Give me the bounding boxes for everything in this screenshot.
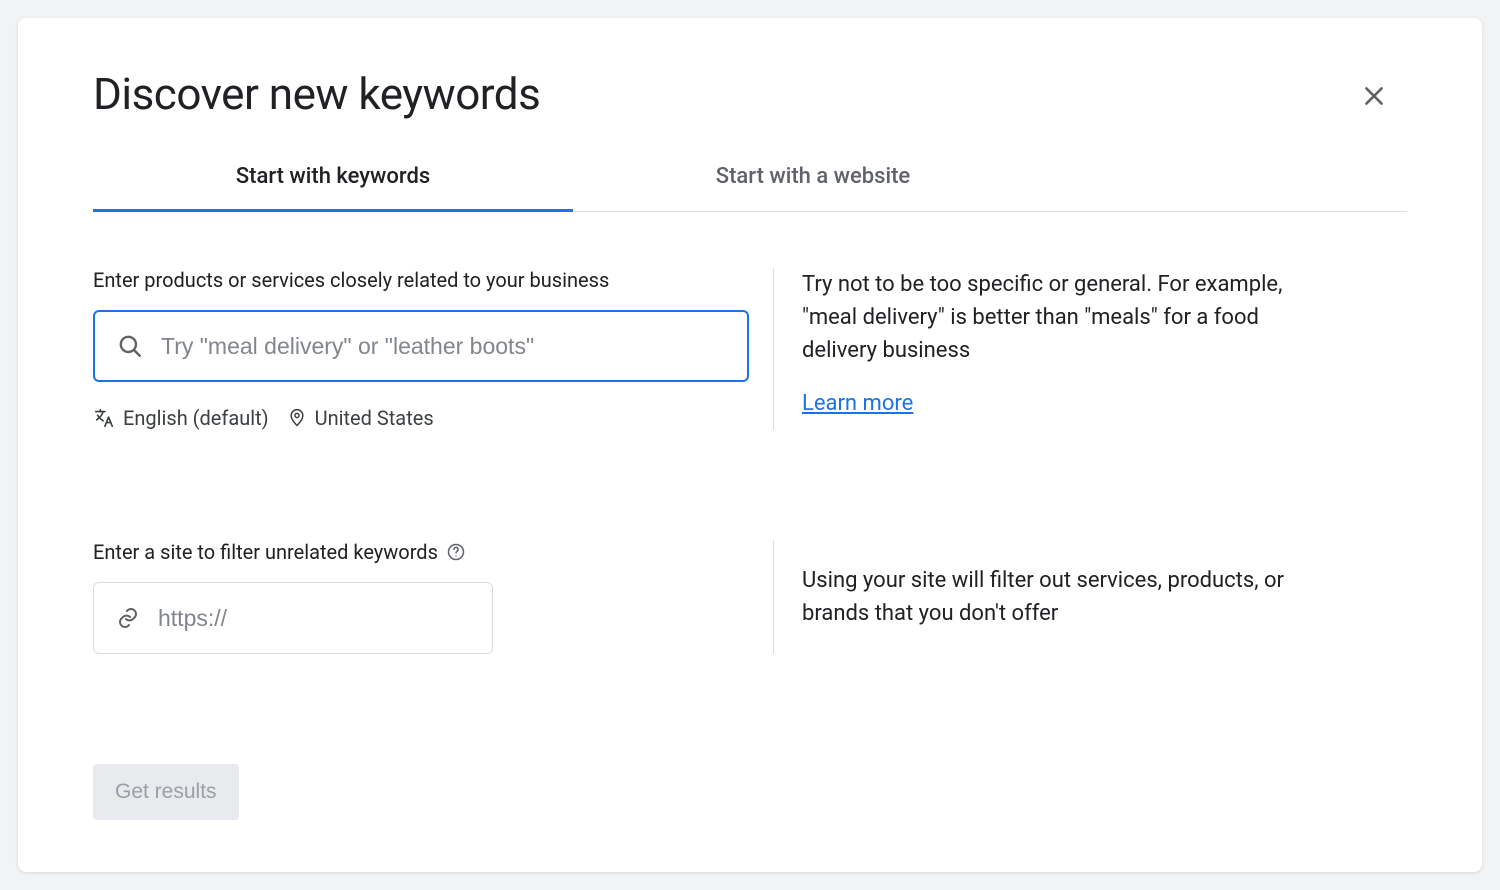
discover-keywords-card: Discover new keywords Start with keyword… bbox=[18, 18, 1482, 872]
site-tip-text: Using your site will filter out services… bbox=[802, 564, 1333, 630]
close-button[interactable] bbox=[1356, 78, 1392, 114]
keywords-left-col: Enter products or services closely relat… bbox=[93, 268, 773, 430]
keywords-input-box[interactable] bbox=[93, 310, 749, 382]
site-input[interactable] bbox=[158, 605, 470, 632]
keywords-tip-text: Try not to be too specific or general. F… bbox=[802, 268, 1333, 367]
location-chip[interactable]: United States bbox=[287, 406, 434, 430]
location-pin-icon bbox=[287, 408, 307, 428]
site-input-box[interactable] bbox=[93, 582, 493, 654]
site-field-label: Enter a site to filter unrelated keyword… bbox=[93, 540, 749, 564]
language-label: English (default) bbox=[123, 406, 269, 430]
get-results-button[interactable]: Get results bbox=[93, 764, 239, 820]
keywords-input[interactable] bbox=[161, 333, 725, 360]
search-icon bbox=[117, 333, 143, 359]
tab-start-with-website[interactable]: Start with a website bbox=[573, 150, 1053, 211]
tabs: Start with keywords Start with a website bbox=[93, 150, 1407, 212]
keywords-section: Enter products or services closely relat… bbox=[93, 268, 1407, 430]
learn-more-link[interactable]: Learn more bbox=[802, 391, 913, 416]
page-title: Discover new keywords bbox=[93, 68, 1407, 120]
site-right-col: Using your site will filter out services… bbox=[773, 540, 1333, 654]
site-left-col: Enter a site to filter unrelated keyword… bbox=[93, 540, 773, 654]
help-icon[interactable] bbox=[446, 542, 466, 562]
language-chip[interactable]: English (default) bbox=[93, 406, 269, 430]
tab-start-with-keywords[interactable]: Start with keywords bbox=[93, 150, 573, 211]
site-field-label-text: Enter a site to filter unrelated keyword… bbox=[93, 540, 438, 564]
link-icon bbox=[116, 606, 140, 630]
translate-icon bbox=[93, 407, 115, 429]
location-label: United States bbox=[315, 406, 434, 430]
input-settings-row: English (default) United States bbox=[93, 406, 749, 430]
keywords-right-col: Try not to be too specific or general. F… bbox=[773, 268, 1333, 430]
keywords-field-label: Enter products or services closely relat… bbox=[93, 268, 749, 292]
close-icon bbox=[1361, 83, 1387, 109]
site-section: Enter a site to filter unrelated keyword… bbox=[93, 540, 1407, 654]
